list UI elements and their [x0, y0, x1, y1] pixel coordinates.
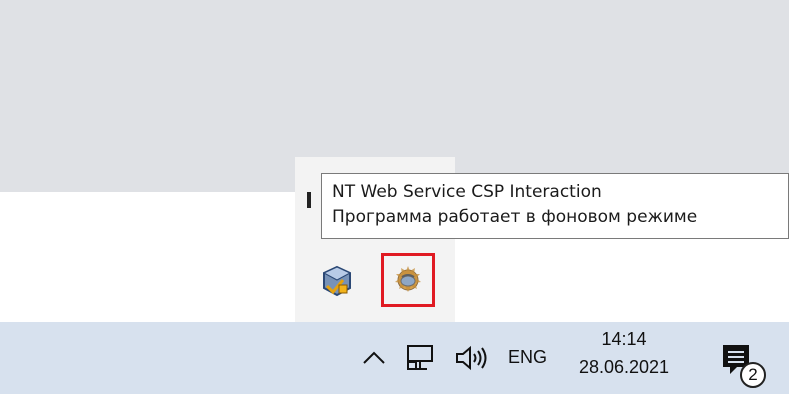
- clock[interactable]: 14:14 28.06.2021: [574, 327, 674, 383]
- notification-count-badge: 2: [740, 362, 766, 388]
- clock-time: 14:14: [601, 329, 647, 349]
- clock-date: 28.06.2021: [578, 357, 670, 377]
- tooltip-status: Программа работает в фоновом режиме: [332, 207, 698, 227]
- virtualbox-icon[interactable]: [319, 264, 355, 300]
- chevron-up-icon[interactable]: [360, 346, 388, 370]
- flyout-edge-fragment: [307, 192, 311, 208]
- tooltip-title: NT Web Service CSP Interaction: [332, 182, 602, 202]
- network-icon[interactable]: [405, 343, 437, 373]
- nt-web-service-icon[interactable]: [381, 253, 435, 307]
- tray-tooltip: NT Web Service CSP Interaction Программа…: [321, 173, 789, 239]
- volume-icon[interactable]: [454, 343, 490, 373]
- language-indicator[interactable]: ENG: [508, 343, 547, 371]
